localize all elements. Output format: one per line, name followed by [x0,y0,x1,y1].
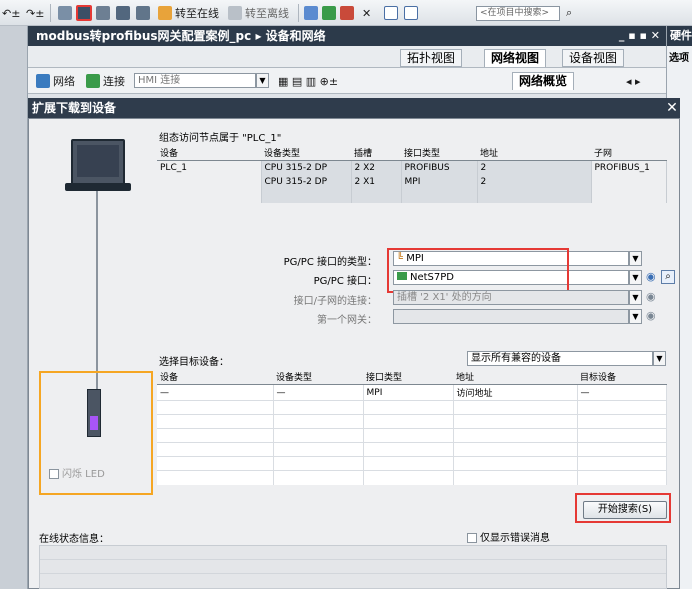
go-online-button[interactable]: 转至在线 [158,5,219,21]
cross-reference-icon[interactable]: ✕ [362,5,371,21]
network-icon [36,74,50,88]
table-row[interactable]: PLC_1 CPU 315-2 DP 2 X2 PROFIBUS 2 PROFI… [157,160,667,175]
go-offline-icon [228,6,242,20]
chevron-down-icon[interactable]: ▼ [653,351,666,366]
main-toolbar: ↶± ↷± 转至在线 转至离线 ✕ <在项目中搜索> ⌕ [0,0,692,26]
target-device-panel: 闪烁 LED [39,371,153,495]
chevron-down-icon[interactable]: ▼ [629,309,642,324]
interface-properties-icon[interactable]: ◉ [646,270,656,283]
project-name: modbus转profibus网关配置案例_pc [36,29,252,43]
upload-icon[interactable] [96,5,110,21]
connection-mode-button[interactable]: 连接 [86,73,125,89]
first-gateway-label: 第一个网关： [317,315,377,326]
col-header: 目标设备 [577,369,667,385]
col-header: 子网 [591,145,667,161]
hardware-catalog-title: 硬件 [667,26,692,46]
network-toolbar: 网络 连接 HMI 连接 ▼ ▦ ▤ ▥ ⊕± 网络概览 ◂ ▸ [28,68,666,94]
col-header: 地址 [477,145,591,161]
editor-section: 设备和网络 [265,29,326,43]
select-target-label: 选择目标设备： [159,357,229,368]
monitor-icon[interactable] [136,5,150,21]
col-header: 设备 [157,145,261,161]
dialog-title-bar: 扩展下载到设备 [28,98,680,118]
online-status-label: 在线状态信息： [39,534,109,545]
zoom-tools-icon[interactable]: ▦ ▤ ▥ ⊕± [278,73,338,89]
subnet-properties-icon[interactable]: ◉ [646,290,656,303]
extended-download-dialog: 组态访问节点属于 "PLC_1" 设备 设备类型 插槽 接口类型 地址 子网 P… [28,118,680,589]
close-icon[interactable]: ✕ [664,100,680,116]
only-errors-checkbox[interactable]: 仅显示错误消息 [467,529,550,544]
pc-keyboard-icon [65,183,131,191]
split-vertical-icon[interactable] [404,5,418,21]
online-status-log[interactable] [39,545,667,589]
first-gateway-select[interactable] [393,309,629,324]
view-tabs: 拓扑视图 网络视图 设备视图 [28,46,666,68]
target-filter-select[interactable]: 显示所有兼容的设备 [467,351,653,366]
editor-title-bar: modbus转profibus网关配置案例_pc ▸ 设备和网络 _ ▪ ▪ ✕ [28,26,666,46]
connection-icon [86,74,100,88]
window-controls[interactable]: _ ▪ ▪ ✕ [619,26,660,46]
plc-icon [87,389,101,437]
pc-icon [71,139,125,185]
chevron-down-icon[interactable]: ▼ [629,290,642,305]
go-online-icon [158,6,172,20]
split-horizontal-icon[interactable] [384,5,398,21]
project-search-input[interactable]: <在项目中搜索> [476,6,560,21]
chevron-down-icon[interactable]: ▼ [629,270,642,285]
highlight-box [387,248,569,293]
flash-led-checkbox[interactable]: 闪烁 LED [49,465,105,480]
simulation-icon[interactable] [116,5,130,21]
pgpc-type-label: PG/PC 接口的类型： [283,257,377,268]
network-mode-button[interactable]: 网络 [36,73,75,89]
stop-cpu-icon[interactable] [340,5,354,21]
connection-line [96,191,98,391]
highlight-box [575,493,671,523]
compile-icon[interactable] [58,5,72,21]
tab-network-overview[interactable]: 网络概览 [512,72,575,90]
subnet-connection-select[interactable]: 插槽 '2 X1' 处的方向 [393,290,629,305]
accessible-devices-icon[interactable] [304,5,318,21]
search-icon[interactable]: ⌕ [566,5,572,21]
gateway-properties-icon[interactable]: ◉ [646,309,656,322]
project-tree-collapsed[interactable] [0,26,28,589]
tab-network-view[interactable]: 网络视图 [484,49,547,67]
col-header: 地址 [453,369,577,385]
pgpc-interface-label: PG/PC 接口： [313,276,377,287]
start-cpu-icon[interactable] [322,5,336,21]
target-devices-table: 设备 设备类型 接口类型 地址 目标设备 — — MPI 访问地址 — [157,369,667,485]
table-row[interactable]: CPU 315-2 DP 2 X1 MPI 2 [157,174,667,189]
download-to-device-button[interactable] [76,5,92,21]
undo-icon[interactable]: ↶± [2,5,20,21]
options-label: 选项 [669,53,689,64]
connection-type-select[interactable]: HMI 连接 [134,73,256,88]
subnet-connection-label: 接口/子网的连接： [293,296,377,307]
col-header: 接口类型 [401,145,477,161]
chevron-down-icon[interactable]: ▼ [629,251,642,266]
chevron-down-icon[interactable]: ▼ [256,73,269,88]
scroll-arrows-icon[interactable]: ◂ ▸ [626,73,641,89]
go-offline-button[interactable]: 转至离线 [228,5,289,21]
col-header: 插槽 [351,145,401,161]
tab-device-view[interactable]: 设备视图 [562,49,625,67]
tab-topology-view[interactable]: 拓扑视图 [400,49,463,67]
col-header: 设备类型 [261,145,351,161]
config-table: 设备 设备类型 插槽 接口类型 地址 子网 PLC_1 CPU 315-2 DP… [157,145,667,203]
config-heading: 组态访问节点属于 "PLC_1" [159,133,282,144]
col-header: 接口类型 [363,369,453,385]
redo-icon[interactable]: ↷± [26,5,44,21]
table-row[interactable]: — — MPI 访问地址 — [157,384,667,401]
col-header: 设备类型 [273,369,363,385]
diagnostics-icon[interactable]: ⌕ [661,270,675,284]
col-header: 设备 [157,369,273,385]
